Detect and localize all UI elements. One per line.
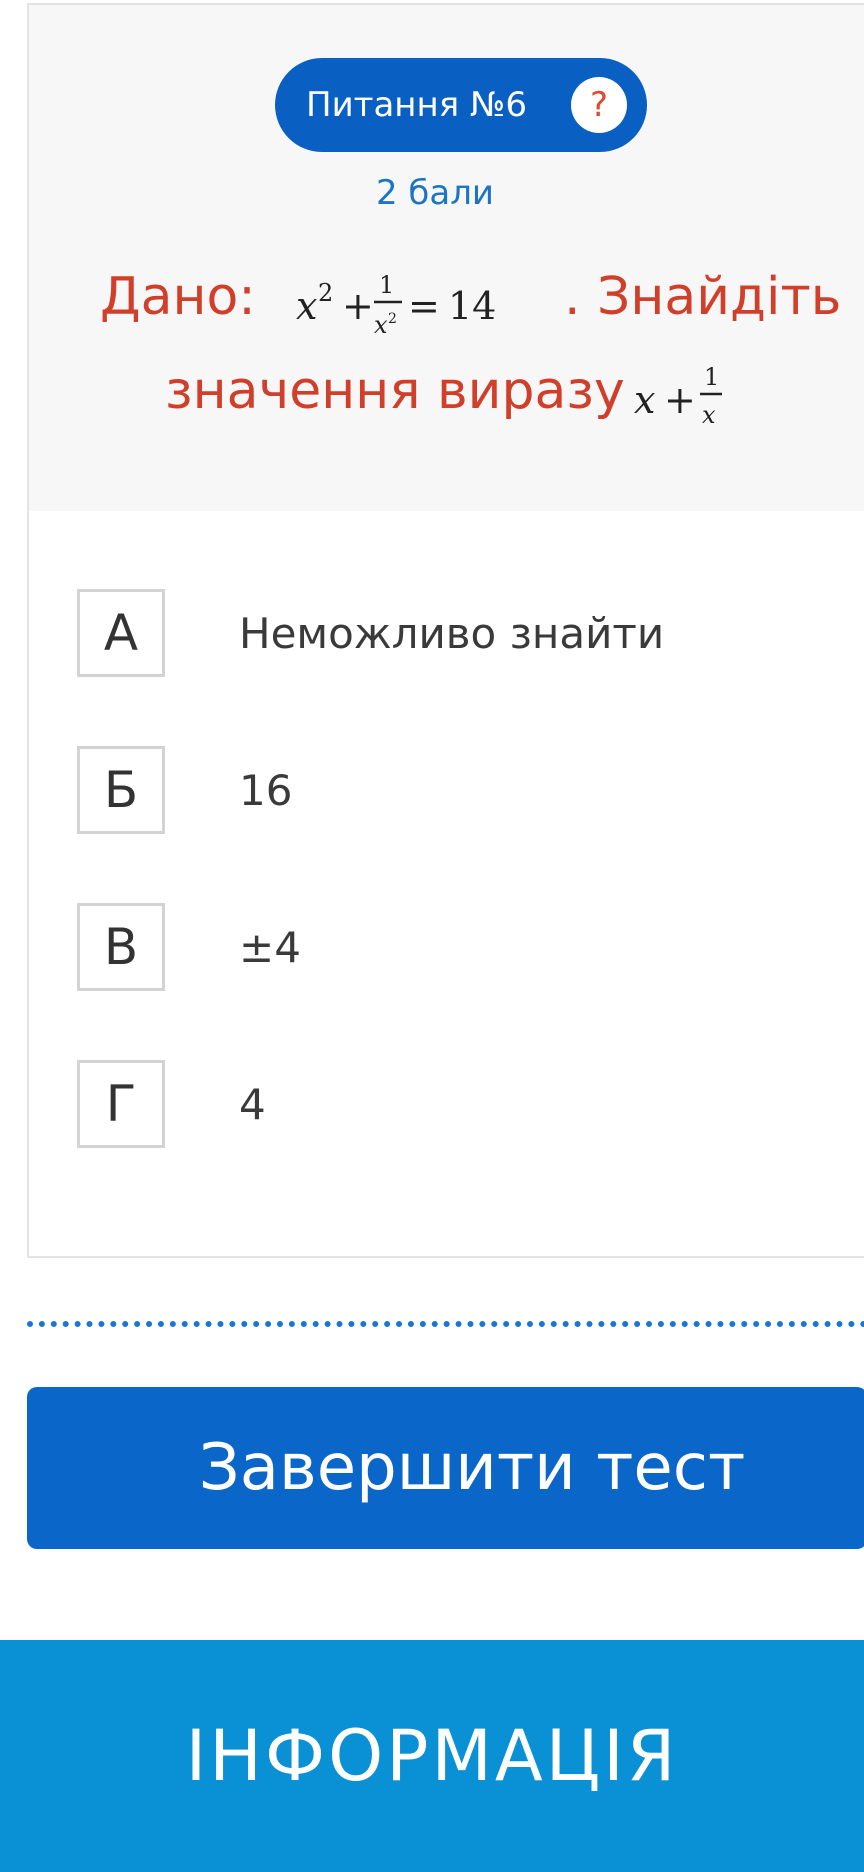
answer-option-c[interactable]: В ±4 bbox=[77, 903, 837, 995]
svg-text:14: 14 bbox=[448, 284, 496, 328]
info-footer[interactable]: ІНФОРМАЦІЯ bbox=[0, 1640, 864, 1872]
question-number-label: Питання №6 bbox=[306, 85, 528, 125]
svg-text:x: x bbox=[634, 378, 655, 422]
answer-letter[interactable]: Г bbox=[77, 1060, 165, 1148]
target-expression-svg: x + 1 x bbox=[634, 363, 722, 429]
question-text-expression: значення виразу bbox=[165, 361, 625, 421]
answer-text: 4 bbox=[239, 1079, 266, 1129]
question-number-badge: Питання №6 ? bbox=[275, 58, 647, 152]
answer-text: Неможливо знайти bbox=[239, 608, 665, 658]
svg-text:2: 2 bbox=[318, 279, 333, 307]
given-equation-formula: x 2 + 1 x 2 = 14 bbox=[286, 263, 586, 355]
question-text-find: . Знайдіть bbox=[564, 267, 842, 327]
svg-text:2: 2 bbox=[388, 311, 397, 327]
given-equation-svg: x 2 + 1 x 2 = 14 bbox=[296, 271, 496, 339]
answer-option-d[interactable]: Г 4 bbox=[77, 1060, 837, 1152]
answer-option-a[interactable]: А Неможливо знайти bbox=[77, 589, 837, 681]
svg-text:1: 1 bbox=[379, 271, 394, 299]
target-expression-formula: x + 1 x bbox=[624, 357, 764, 449]
svg-text:=: = bbox=[408, 284, 440, 328]
answer-text: ±4 bbox=[239, 922, 301, 972]
answer-letter[interactable]: В bbox=[77, 903, 165, 991]
answer-option-b[interactable]: Б 16 bbox=[77, 746, 837, 838]
finish-test-button[interactable]: Завершити тест bbox=[27, 1387, 864, 1549]
svg-text:+: + bbox=[664, 378, 696, 422]
question-mark-icon[interactable]: ? bbox=[571, 77, 627, 133]
answer-letter[interactable]: А bbox=[77, 589, 165, 677]
svg-text:x: x bbox=[702, 401, 716, 429]
svg-text:+: + bbox=[342, 284, 374, 328]
answer-letter[interactable]: Б bbox=[77, 746, 165, 834]
svg-text:1: 1 bbox=[704, 363, 719, 391]
svg-text:x: x bbox=[296, 284, 317, 328]
test-page: Питання №6 ? 2 бали Дано: x 2 + 1 x 2 = … bbox=[0, 0, 864, 1872]
points-label: 2 бали bbox=[375, 173, 495, 213]
question-text-given: Дано: bbox=[100, 267, 256, 327]
svg-text:x: x bbox=[374, 311, 388, 339]
dotted-divider bbox=[27, 1321, 864, 1327]
answer-text: 16 bbox=[239, 765, 293, 815]
question-card: Питання №6 ? 2 бали Дано: x 2 + 1 x 2 = … bbox=[27, 3, 864, 1258]
question-header: Питання №6 ? 2 бали Дано: x 2 + 1 x 2 = … bbox=[29, 5, 864, 511]
